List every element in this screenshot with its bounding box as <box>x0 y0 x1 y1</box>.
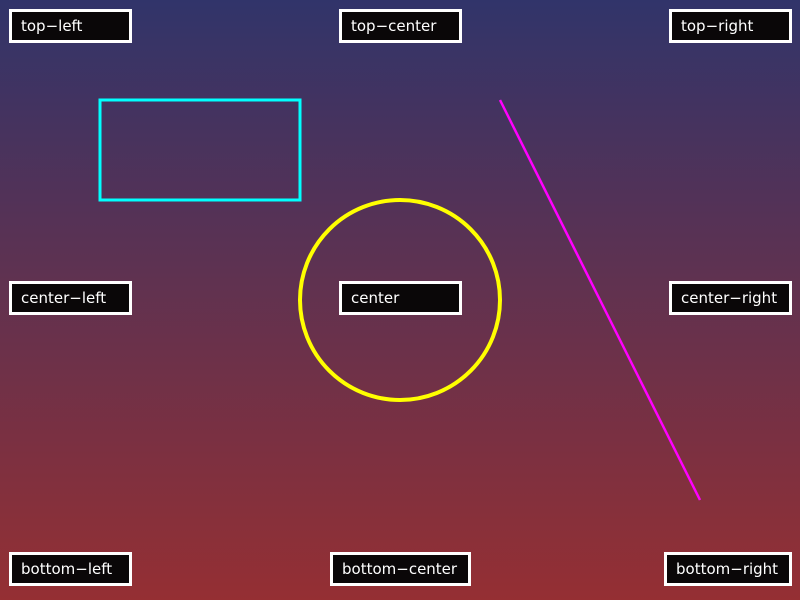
label-top-left-text: top−left <box>21 17 83 35</box>
label-top-right: top−right <box>669 9 792 43</box>
label-top-center-text: top−center <box>351 17 437 35</box>
label-bottom-center-text: bottom−center <box>342 560 458 578</box>
label-bottom-right: bottom−right <box>664 552 792 586</box>
label-top-left: top−left <box>9 9 132 43</box>
label-center-left: center−left <box>9 281 132 315</box>
label-center: center <box>339 281 462 315</box>
label-center-right: center−right <box>669 281 792 315</box>
label-bottom-center: bottom−center <box>330 552 471 586</box>
label-top-center: top−center <box>339 9 462 43</box>
label-bottom-right-text: bottom−right <box>676 560 779 578</box>
cyan-rectangle <box>98 98 302 202</box>
label-center-left-text: center−left <box>21 289 107 307</box>
label-bottom-left-text: bottom−left <box>21 560 113 578</box>
label-bottom-left: bottom−left <box>9 552 132 586</box>
label-center-text: center <box>351 289 400 307</box>
label-top-right-text: top−right <box>681 17 754 35</box>
label-center-right-text: center−right <box>681 289 778 307</box>
